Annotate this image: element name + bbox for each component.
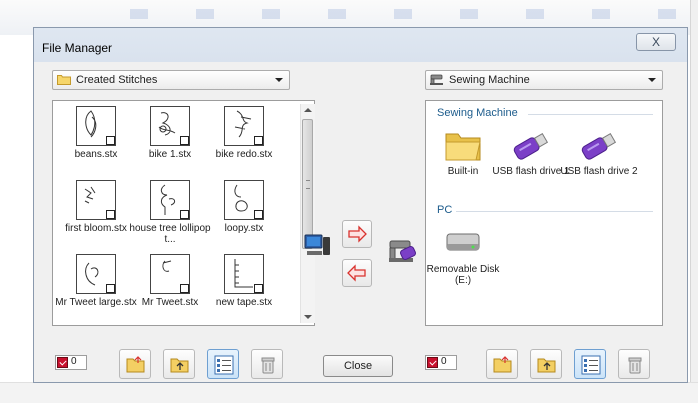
background-bottom-strip [0, 382, 698, 403]
folder-icon [445, 133, 481, 161]
usb-drive-icon [513, 132, 549, 160]
folder-open-icon [126, 356, 145, 373]
delete-button-right[interactable] [618, 349, 650, 379]
arrow-right-icon [348, 225, 367, 243]
file-name: Mr Tweet.stx [141, 297, 199, 308]
background-scroll-edge [690, 0, 698, 402]
source-folder-dropdown[interactable]: Created Stitches [52, 70, 290, 90]
count-value: 0 [441, 356, 447, 367]
details-view-icon [214, 355, 234, 375]
sewing-machine-icon [430, 74, 443, 85]
count-value: 0 [71, 356, 77, 367]
folder-up-icon [537, 358, 556, 373]
folder-up-icon [170, 358, 189, 373]
view-details-button-right[interactable] [574, 349, 606, 379]
arrow-left-icon [347, 264, 366, 282]
background-window-ghost [130, 9, 690, 19]
checkbox-icon[interactable] [57, 357, 68, 368]
chevron-down-icon [275, 78, 283, 82]
stitch-file-grid: beans.stx bike 1.stx bike redo.stx first… [53, 101, 298, 325]
pc-icon [304, 234, 330, 255]
window-title: File Manager [42, 41, 113, 55]
stitch-thumbnail [224, 180, 264, 220]
view-details-button[interactable] [207, 349, 239, 379]
stitch-thumbnail [224, 106, 264, 146]
close-button[interactable]: Close [323, 355, 393, 377]
stitch-file-panel: beans.stx bike 1.stx bike redo.stx first… [52, 100, 315, 326]
copy-to-pc-button[interactable] [342, 259, 372, 287]
sewing-machine-icon [389, 240, 416, 262]
delete-button[interactable] [251, 349, 283, 379]
group-header-pc: PC [437, 204, 453, 216]
stitch-thumbnail [76, 106, 116, 146]
stitch-thumbnail [76, 180, 116, 220]
details-view-icon [581, 355, 601, 375]
device-label: USB flash drive 2 [560, 166, 638, 177]
parent-folder-button[interactable] [163, 349, 195, 379]
selected-count-right: 0 [425, 355, 457, 370]
usb-drive-icon [581, 132, 617, 160]
group-divider [528, 114, 653, 115]
file-name: first bloom.stx [65, 223, 127, 234]
file-manager-dialog: File Manager X Created Stitches beans.st… [33, 27, 688, 383]
stitch-thumbnail [150, 180, 190, 220]
open-folder-button-right[interactable] [486, 349, 518, 379]
folder-open-icon [493, 356, 512, 373]
source-folder-label: Created Stitches [76, 74, 158, 86]
device-label: Removable Disk (E:) [426, 264, 500, 286]
file-name: bike 1.stx [148, 149, 192, 160]
scroll-down-icon[interactable] [304, 315, 312, 319]
copy-to-machine-button[interactable] [342, 220, 372, 248]
device-panel: Sewing Machine Built-in USB flash drive … [425, 100, 663, 326]
file-name: house tree lollipop t... [129, 223, 211, 245]
dialog-client-area: Created Stitches beans.stx bike 1.stx bi… [40, 62, 681, 379]
stitch-thumbnail [224, 254, 264, 294]
stitch-thumbnail [150, 106, 190, 146]
file-name: Mr Tweet large.stx [55, 297, 137, 308]
parent-folder-button-right[interactable] [530, 349, 562, 379]
chevron-down-icon [648, 78, 656, 82]
file-list-scrollbar[interactable] [300, 104, 315, 323]
file-name: beans.stx [74, 149, 118, 160]
target-device-dropdown[interactable]: Sewing Machine [425, 70, 663, 90]
group-header-sewing-machine: Sewing Machine [437, 107, 518, 119]
trash-icon [628, 357, 642, 374]
trash-icon [261, 357, 275, 374]
window-close-button[interactable]: X [636, 33, 676, 51]
file-name: bike redo.stx [215, 149, 273, 160]
open-folder-button[interactable] [119, 349, 151, 379]
removable-disk-icon [446, 233, 480, 251]
scrollbar-thumb[interactable] [302, 119, 313, 249]
selected-count-left: 0 [55, 355, 87, 370]
stitch-thumbnail [150, 254, 190, 294]
checkbox-icon[interactable] [427, 357, 438, 368]
file-name: loopy.stx [224, 223, 264, 234]
scroll-up-icon[interactable] [304, 108, 312, 112]
group-divider [456, 211, 653, 212]
folder-icon [57, 75, 71, 85]
file-name: new tape.stx [215, 297, 273, 308]
target-device-label: Sewing Machine [449, 74, 530, 86]
stitch-thumbnail [76, 254, 116, 294]
